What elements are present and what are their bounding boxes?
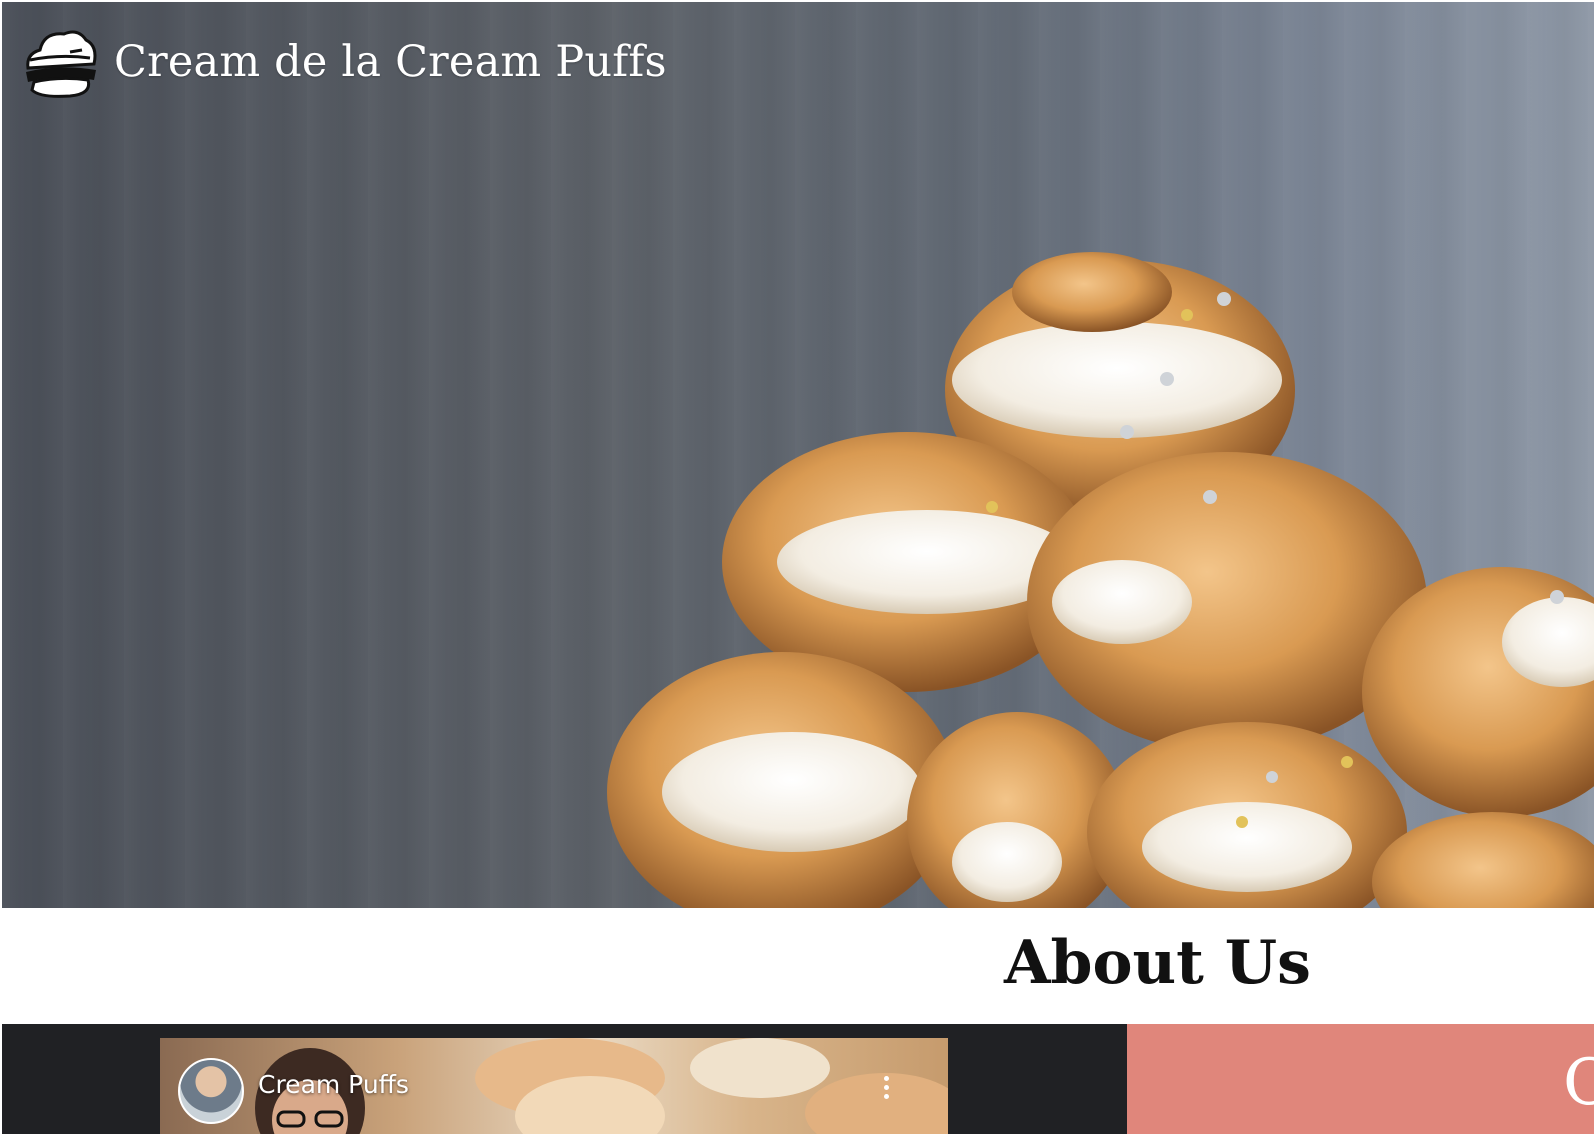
video-player[interactable]: Cream Puffs xyxy=(160,1038,948,1134)
channel-avatar[interactable] xyxy=(178,1058,244,1124)
video-title[interactable]: Cream Puffs xyxy=(258,1070,409,1099)
brand-name: Cream de la Cream Puffs xyxy=(114,37,667,87)
panel-heading: C xyxy=(1563,1046,1594,1120)
cream-puff-logo-icon xyxy=(26,30,97,98)
cream-puff-tower-photo xyxy=(607,252,1594,908)
hero-banner: Cream de la Cream Puffs xyxy=(2,2,1594,908)
contact-panel: C xyxy=(1127,1024,1594,1134)
about-heading: About Us xyxy=(1004,928,1311,998)
brand[interactable]: Cream de la Cream Puffs xyxy=(20,24,667,100)
kebab-menu-icon[interactable] xyxy=(880,1076,892,1106)
